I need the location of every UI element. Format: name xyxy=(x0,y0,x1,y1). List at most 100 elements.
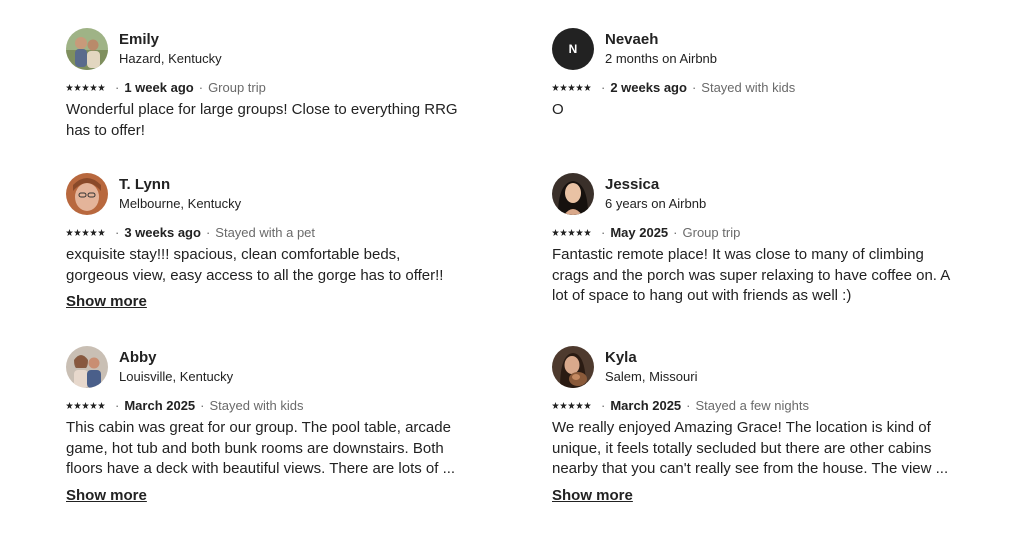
reviewer-name: Nevaeh xyxy=(605,30,659,48)
review-header: Emily Hazard, Kentucky xyxy=(66,28,466,70)
star-icon xyxy=(90,84,97,91)
star-icon xyxy=(74,402,81,409)
star-icon xyxy=(568,402,575,409)
review-card-kyla: Kyla Salem, Missouri · March 2025 · Stay… xyxy=(552,346,952,506)
star-icon xyxy=(82,229,89,236)
star-icon xyxy=(66,84,73,91)
reviewer-location: Louisville, Kentucky xyxy=(119,368,234,384)
reviewer-name: Kyla xyxy=(605,348,637,366)
star-icon xyxy=(90,229,97,236)
separator-dot: · xyxy=(601,398,606,413)
star-icon xyxy=(560,84,567,91)
review-meta: · 3 weeks ago · Stayed with a pet xyxy=(66,224,466,241)
avatar[interactable] xyxy=(66,28,108,70)
review-meta: · 1 week ago · Group trip xyxy=(66,79,466,96)
review-header: T. Lynn Melbourne, Kentucky xyxy=(66,173,466,215)
star-icon xyxy=(66,402,73,409)
star-icon xyxy=(74,229,81,236)
review-header: Jessica 6 years on Airbnb xyxy=(552,173,952,215)
reviewer-tenure: 6 years on Airbnb xyxy=(605,195,707,211)
trip-type: Stayed with a pet xyxy=(215,225,316,240)
star-icon xyxy=(568,84,575,91)
trip-type: Stayed a few nights xyxy=(695,398,809,413)
review-card-jessica: Jessica 6 years on Airbnb · May 2025 · G… xyxy=(552,173,952,307)
reviewer-name: Emily xyxy=(119,30,160,48)
separator-dot: · xyxy=(205,225,211,240)
star-icon xyxy=(576,229,583,236)
star-icon xyxy=(568,229,575,236)
star-icon xyxy=(552,84,559,91)
trip-type: Group trip xyxy=(682,225,741,240)
review-text: Fantastic remote place! It was close to … xyxy=(552,246,950,304)
star-icon xyxy=(584,402,591,409)
avatar[interactable] xyxy=(552,173,594,215)
separator-dot: · xyxy=(115,80,120,95)
separator-dot: · xyxy=(691,80,697,95)
star-icon xyxy=(576,84,583,91)
avatar[interactable] xyxy=(66,173,108,215)
star-rating xyxy=(66,402,105,409)
avatar[interactable] xyxy=(66,346,108,388)
star-icon xyxy=(552,229,559,236)
separator-dot: · xyxy=(673,225,678,240)
review-meta: · March 2025 · Stayed with kids xyxy=(66,397,466,414)
separator-dot: · xyxy=(601,80,606,95)
review-date: 3 weeks ago xyxy=(124,225,201,240)
separator-dot: · xyxy=(601,225,606,240)
review-meta: · 2 weeks ago · Stayed with kids xyxy=(552,79,952,96)
trip-type: Stayed with kids xyxy=(209,398,304,413)
review-header: N Nevaeh 2 months on Airbnb xyxy=(552,28,952,70)
star-icon xyxy=(560,402,567,409)
star-icon xyxy=(98,84,105,91)
star-rating xyxy=(552,402,591,409)
star-icon xyxy=(82,402,89,409)
star-icon xyxy=(576,402,583,409)
review-card-t-lynn: T. Lynn Melbourne, Kentucky · 3 weeks ag… xyxy=(66,173,466,312)
review-text: This cabin was great for our group. The … xyxy=(66,419,456,477)
review-card-abby: Abby Louisville, Kentucky · March 2025 ·… xyxy=(66,346,466,506)
show-more-link[interactable]: Show more xyxy=(552,486,633,506)
separator-dot: · xyxy=(115,398,120,413)
review-date: March 2025 xyxy=(610,398,682,413)
avatar[interactable] xyxy=(552,346,594,388)
star-rating xyxy=(552,84,591,91)
review-meta: · March 2025 · Stayed a few nights xyxy=(552,397,952,414)
review-text: Wonderful place for large groups! Close … xyxy=(66,101,458,139)
review-card-nevaeh: N Nevaeh 2 months on Airbnb · 2 weeks ag… xyxy=(552,28,952,121)
reviewer-location: Hazard, Kentucky xyxy=(119,50,222,66)
review-date: 1 week ago xyxy=(124,80,194,95)
star-icon xyxy=(74,84,81,91)
review-date: March 2025 xyxy=(124,398,196,413)
star-icon xyxy=(584,229,591,236)
review-text: O xyxy=(552,101,564,118)
review-header: Kyla Salem, Missouri xyxy=(552,346,952,388)
star-icon xyxy=(552,402,559,409)
star-icon xyxy=(584,84,591,91)
star-icon xyxy=(98,402,105,409)
trip-type: Group trip xyxy=(208,80,266,95)
star-icon xyxy=(560,229,567,236)
review-card-emily: Emily Hazard, Kentucky · 1 week ago · Gr… xyxy=(66,28,466,141)
star-rating xyxy=(66,84,105,91)
reviewer-name: Abby xyxy=(119,348,157,366)
show-more-link[interactable]: Show more xyxy=(66,292,147,312)
review-meta: · May 2025 · Group trip xyxy=(552,224,952,241)
review-text: exquisite stay!!! spacious, clean comfor… xyxy=(66,246,444,284)
show-more-link[interactable]: Show more xyxy=(66,486,147,506)
separator-dot: · xyxy=(200,398,205,413)
star-icon xyxy=(82,84,89,91)
reviewer-name: T. Lynn xyxy=(119,175,171,193)
review-text: We really enjoyed Amazing Grace! The loc… xyxy=(552,419,949,477)
review-header: Abby Louisville, Kentucky xyxy=(66,346,466,388)
trip-type: Stayed with kids xyxy=(701,80,796,95)
separator-dot: · xyxy=(115,225,120,240)
star-icon xyxy=(98,229,105,236)
reviewer-location: Melbourne, Kentucky xyxy=(119,195,242,211)
review-date: May 2025 xyxy=(610,225,669,240)
star-rating xyxy=(552,229,591,236)
reviewer-name: Jessica xyxy=(605,175,660,193)
avatar[interactable]: N xyxy=(552,28,594,70)
star-icon xyxy=(66,229,73,236)
review-date: 2 weeks ago xyxy=(610,80,687,95)
star-rating xyxy=(66,229,105,236)
